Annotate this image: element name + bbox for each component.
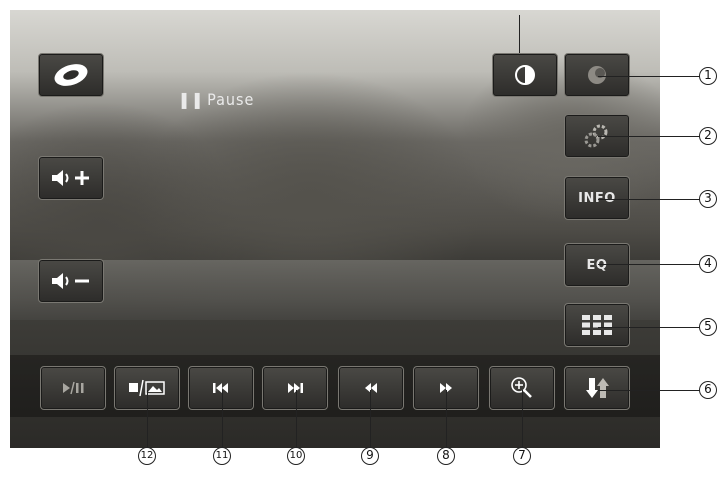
- pause-text: Pause: [207, 90, 255, 109]
- callout-12: 12: [138, 447, 156, 465]
- play-pause-icon: [63, 381, 84, 395]
- callout-2: 2: [699, 127, 717, 145]
- callout-leader-2: [598, 136, 700, 138]
- info-button[interactable]: INFO: [564, 176, 630, 220]
- angle-button[interactable]: [564, 366, 630, 410]
- keypad-button[interactable]: [564, 303, 630, 347]
- info-button-label: INFO: [578, 190, 616, 206]
- previous-track-icon: [213, 383, 228, 393]
- callout-leader-1: [598, 76, 700, 78]
- pause-icon: ❚❚: [178, 90, 205, 109]
- callout-leader-8: [446, 390, 448, 448]
- callout-leader-5: [598, 327, 700, 329]
- callout-4: 4: [699, 255, 717, 273]
- callout-leader-12: [147, 390, 149, 448]
- volume-up-icon: [52, 170, 89, 186]
- ring-icon: [54, 64, 88, 86]
- next-button[interactable]: [262, 366, 328, 410]
- callout-leader-top: [519, 15, 521, 53]
- callout-leader-9: [370, 390, 372, 448]
- callout-leader-3: [598, 199, 700, 201]
- source-button[interactable]: [38, 53, 104, 97]
- color-icon: [588, 66, 606, 84]
- callout-10: 10: [287, 447, 305, 465]
- callout-6: 6: [699, 381, 717, 399]
- callout-8: 8: [437, 447, 455, 465]
- volume-up-button[interactable]: [38, 156, 104, 200]
- contrast-icon: [515, 65, 535, 85]
- callout-leader-10: [296, 390, 298, 448]
- callout-5: 5: [699, 318, 717, 336]
- previous-button[interactable]: [188, 366, 254, 410]
- color-button[interactable]: [564, 53, 630, 97]
- volume-down-icon: [52, 273, 89, 289]
- callout-7: 7: [513, 447, 531, 465]
- callout-leader-6: [598, 390, 700, 392]
- brightness-button[interactable]: [492, 53, 558, 97]
- keypad-icon: [582, 315, 612, 335]
- callout-9: 9: [361, 447, 379, 465]
- callout-leader-11: [222, 390, 224, 448]
- next-track-icon: [288, 383, 303, 393]
- play-pause-button[interactable]: [40, 366, 106, 410]
- callout-leader-4: [598, 264, 700, 266]
- callout-3: 3: [699, 190, 717, 208]
- callout-11: 11: [213, 447, 231, 465]
- callout-leader-7: [522, 390, 524, 448]
- bottom-toolbar: [10, 355, 660, 417]
- up-down-arrows-icon: [586, 378, 609, 398]
- pause-status: ❚❚ Pause: [178, 90, 254, 109]
- volume-down-button[interactable]: [38, 259, 104, 303]
- callout-1: 1: [699, 67, 717, 85]
